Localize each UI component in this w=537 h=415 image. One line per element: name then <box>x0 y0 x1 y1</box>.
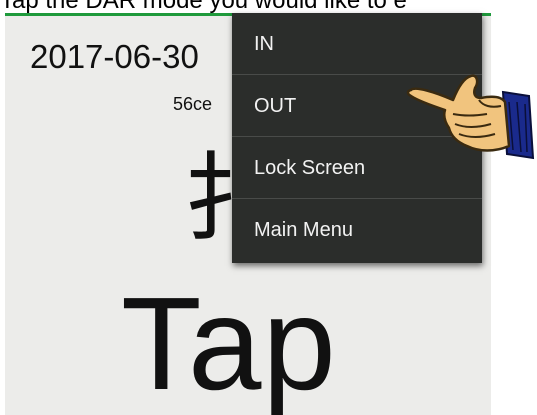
tap-button[interactable]: Tap <box>121 278 337 410</box>
date-text: 2017-06-30 <box>30 38 199 75</box>
tutorial-canvas: Tap the DAR mode you would like to e 201… <box>0 0 537 415</box>
instruction-text: Tap the DAR mode you would like to e <box>0 0 407 14</box>
employee-id-text: 56ce <box>173 94 213 114</box>
menu-item-main-menu[interactable]: Main Menu <box>232 199 482 261</box>
pointing-hand-icon <box>406 74 535 160</box>
